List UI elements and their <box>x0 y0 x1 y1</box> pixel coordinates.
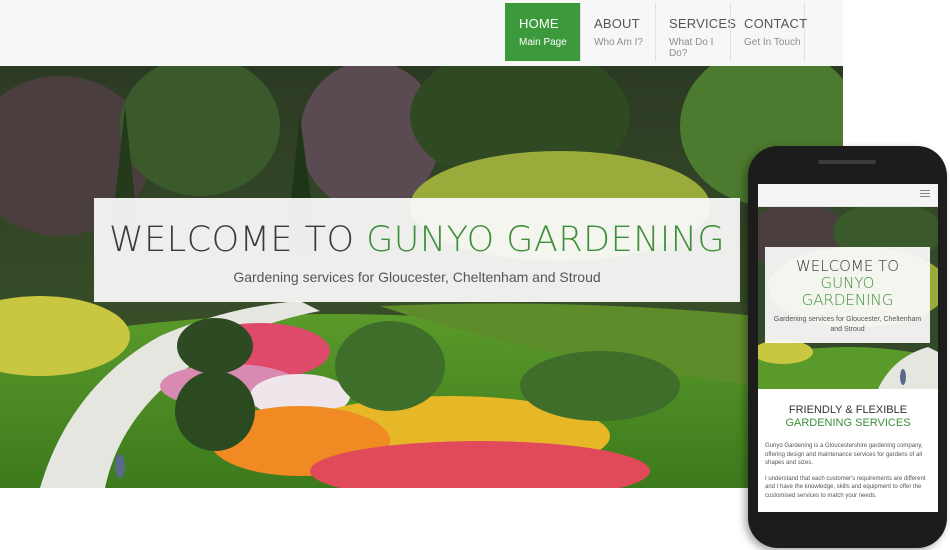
nav-about-subtitle: Who Am I? <box>594 37 643 48</box>
phone-earpiece <box>818 160 876 164</box>
welcome-tagline: Gardening services for Gloucester, Chelt… <box>233 269 601 285</box>
phone-screen: WELCOME TO GUNYO GARDENING Gardening ser… <box>758 184 938 512</box>
mobile-navbar <box>758 184 938 207</box>
mobile-welcome-line1: WELCOME TO <box>795 257 900 275</box>
navbar: HOME Main Page ABOUT Who Am I? SERVICES … <box>0 0 843 66</box>
mobile-welcome-line3: GARDENING <box>801 291 894 309</box>
welcome-panel: WELCOME TO GUNYO GARDENING Gardening ser… <box>94 198 740 302</box>
main-nav: HOME Main Page ABOUT Who Am I? SERVICES … <box>505 3 808 63</box>
nav-about[interactable]: ABOUT Who Am I? <box>580 3 655 61</box>
nav-services[interactable]: SERVICES What Do I Do? <box>655 3 737 61</box>
nav-contact[interactable]: CONTACT Get In Touch <box>730 3 808 61</box>
mobile-hero: WELCOME TO GUNYO GARDENING Gardening ser… <box>758 207 938 389</box>
welcome-heading: WELCOME TO GUNYO GARDENING <box>94 220 740 260</box>
mobile-paragraph-2: I understand that each customer's requir… <box>765 475 926 499</box>
mobile-section-heading-green: GARDENING SERVICES <box>785 417 911 429</box>
mobile-welcome-line2: GUNYO <box>820 274 875 292</box>
nav-home-title: HOME <box>519 16 559 31</box>
desktop-site: HOME Main Page ABOUT Who Am I? SERVICES … <box>0 0 843 488</box>
nav-services-title: SERVICES <box>669 16 737 31</box>
hamburger-menu-icon[interactable] <box>920 190 930 198</box>
welcome-heading-dark: WELCOME TO <box>108 220 367 260</box>
mobile-section-heading-dark: FRIENDLY & FLEXIBLE <box>788 404 908 416</box>
welcome-heading-green: GUNYO GARDENING <box>366 220 726 260</box>
nav-contact-subtitle: Get In Touch <box>744 37 801 48</box>
mobile-paragraph-1: Gunyo Gardening is a Gloucestershire gar… <box>765 443 923 466</box>
nav-contact-title: CONTACT <box>744 16 808 31</box>
nav-home[interactable]: HOME Main Page <box>505 3 580 61</box>
mobile-welcome-panel: WELCOME TO GUNYO GARDENING Gardening ser… <box>765 247 930 343</box>
mobile-tagline: Gardening services for Gloucester, Chelt… <box>773 316 922 333</box>
nav-about-title: ABOUT <box>594 16 640 31</box>
nav-services-subtitle: What Do I Do? <box>669 37 714 59</box>
phone-mockup: WELCOME TO GUNYO GARDENING Gardening ser… <box>748 146 947 548</box>
mobile-content: FRIENDLY & FLEXIBLE GARDENING SERVICES G… <box>758 389 938 512</box>
nav-home-subtitle: Main Page <box>519 37 567 48</box>
